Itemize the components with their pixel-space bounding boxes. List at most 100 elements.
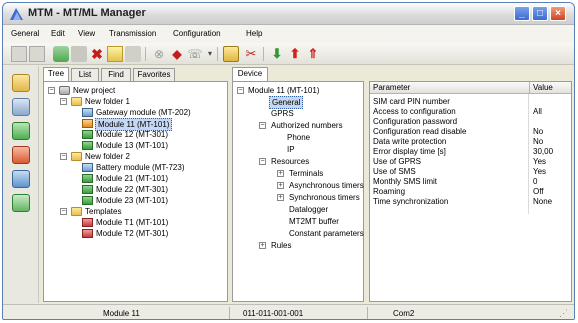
tree-node-module[interactable]: Module 12 (MT-301) [82,129,202,140]
tab-tree[interactable]: Tree [43,67,69,82]
collapse-icon[interactable]: − [237,87,244,94]
collapse-icon[interactable]: − [259,158,266,165]
table-row[interactable]: Roaming Off [373,187,569,197]
project-view-icon[interactable] [12,74,30,92]
title-bar[interactable]: MTM - MT/ML Manager _ □ × [3,3,574,25]
tree-node-template[interactable]: Module T1 (MT-101) [82,217,202,228]
log-view-icon[interactable] [12,146,30,164]
device-node-mt2mt[interactable]: MT2MT buffer [289,216,349,227]
tree-node-folder[interactable]: − Templates [60,206,220,217]
device-node-ip[interactable]: IP [287,144,317,155]
gprs-view-icon[interactable] [12,122,30,140]
collapse-icon[interactable]: − [60,153,67,160]
tab-favorites[interactable]: Favorites [133,68,175,81]
param-name: Configuration password [373,117,458,126]
table-row[interactable]: Error display time [s] 30,00 [373,147,569,157]
device-node-general[interactable]: General [269,96,311,109]
properties-icon[interactable] [107,46,123,62]
tree-node-module[interactable]: Module 22 (MT-301) [82,184,202,195]
tree-node-module[interactable]: Module 21 (MT-101) [82,173,202,184]
download-arrow-icon[interactable]: ⬇ [269,46,285,62]
menu-general[interactable]: General [11,29,39,38]
connect-icon[interactable]: ◆ [169,46,185,62]
device-node-resources[interactable]: − Resources [259,156,349,167]
menu-edit[interactable]: Edit [51,29,65,38]
param-name: Use of SMS [373,167,416,176]
table-row[interactable]: Data write protection No [373,137,569,147]
tab-device[interactable]: Device [232,67,268,82]
column-header-value[interactable]: Value [530,82,571,94]
table-row[interactable]: Configuration password [373,117,569,127]
modem-icon[interactable]: ☏ [187,46,203,62]
menu-help[interactable]: Help [246,29,262,38]
tree-label: New folder 1 [85,97,130,106]
device-node-constant[interactable]: Constant parameters [289,228,364,239]
tree-node-module[interactable]: Battery module (MT-723) [82,162,222,173]
table-row[interactable]: Use of GPRS Yes [373,157,569,167]
open-icon[interactable] [29,46,45,62]
tools-icon[interactable]: ✂ [243,46,259,62]
upload-all-icon[interactable]: ⇑ [305,46,321,62]
menu-transmission[interactable]: Transmission [109,29,156,38]
expand-icon[interactable]: + [277,194,284,201]
table-row[interactable]: Configuration read disable No [373,127,569,137]
tree-node-folder[interactable]: − New folder 1 [60,96,220,107]
expand-icon[interactable]: + [277,182,284,189]
gateway-icon [82,108,93,117]
tree-node-module-selected[interactable]: Module 11 (MT-101) [82,118,180,131]
tree-node-module[interactable]: Module 13 (MT-101) [82,140,202,151]
expand-icon[interactable]: + [277,170,284,177]
collapse-icon[interactable]: − [48,87,55,94]
table-row[interactable]: SIM card PIN number [373,97,569,107]
device-view-icon[interactable] [12,98,30,116]
menu-view[interactable]: View [78,29,95,38]
device-node-datalogger[interactable]: Datalogger [289,204,349,215]
collapse-icon[interactable]: − [60,98,67,105]
left-tabstrip: Tree List Find Favorites [43,67,228,82]
device-node-phone[interactable]: Phone [287,132,327,143]
tree-node-project[interactable]: − New project [48,85,218,96]
minimize-button[interactable]: _ [514,6,530,21]
device-node-root[interactable]: − Module 11 (MT-101) [237,85,361,96]
collapse-icon[interactable]: − [60,208,67,215]
network-view-icon[interactable] [12,170,30,188]
tab-find[interactable]: Find [101,68,131,81]
close-button[interactable]: × [550,6,566,21]
upload-arrow-icon[interactable]: ⬆ [287,46,303,62]
menu-configuration[interactable]: Configuration [173,29,221,38]
disconnect-icon[interactable]: ⊗ [151,46,167,62]
dropdown-icon[interactable]: ▾ [202,46,218,62]
home-icon[interactable] [223,46,239,62]
device-node-terminals[interactable]: + Terminals [277,168,361,179]
device-node-sync-timers[interactable]: + Synchronous timers [277,192,363,203]
app-logo-icon [10,8,23,20]
param-name: Use of GPRS [373,157,422,166]
table-row[interactable]: Access to configuration All [373,107,569,117]
new-icon[interactable] [11,46,27,62]
resize-grip-icon[interactable]: ⋰ [559,308,569,319]
tree-node-folder[interactable]: − New folder 2 [60,151,220,162]
add-module-icon[interactable] [53,46,69,62]
paste-icon[interactable] [125,46,141,62]
device-node-gprs[interactable]: GPRS [271,108,311,119]
table-row[interactable]: Monthly SMS limit 0 [373,177,569,187]
maximize-button[interactable]: □ [532,6,548,21]
delete-icon[interactable]: ✖ [89,46,105,62]
tab-list[interactable]: List [71,68,99,81]
tree-node-template[interactable]: Module T2 (MT-301) [82,228,202,239]
globe-view-icon[interactable] [12,194,30,212]
folder-icon [71,152,82,161]
param-name: Time synchronization [373,197,449,206]
device-node-async-timers[interactable]: + Asynchronous timers [277,180,364,191]
collapse-icon[interactable]: − [259,122,266,129]
module-icon [82,196,93,205]
device-node-authorized[interactable]: − Authorized numbers [259,120,361,131]
expand-icon[interactable]: + [259,242,266,249]
device-node-rules[interactable]: + Rules [259,240,309,251]
table-row[interactable]: Use of SMS Yes [373,167,569,177]
copy-icon[interactable] [71,46,87,62]
tree-node-module[interactable]: Gateway module (MT-202) [82,107,222,118]
column-header-parameter[interactable]: Parameter [370,82,530,94]
tree-node-module[interactable]: Module 23 (MT-101) [82,195,202,206]
table-row[interactable]: Time synchronization None [373,197,569,207]
